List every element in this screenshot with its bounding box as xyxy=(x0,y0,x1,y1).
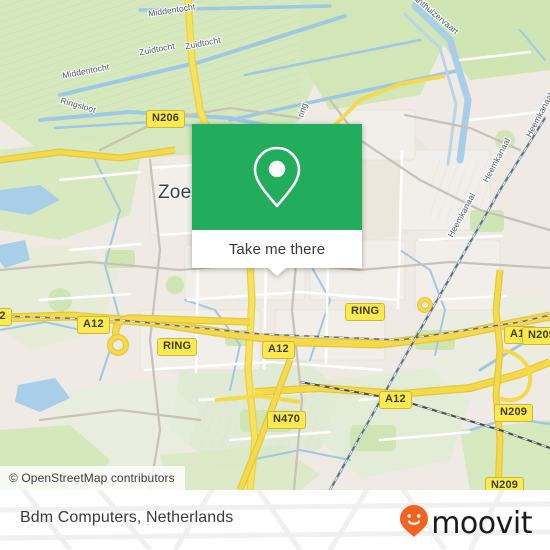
road-shield-n209-upper: N209 xyxy=(522,327,550,345)
map-canvas[interactable]: Middentocht Middentocht Zuidtocht Zuidto… xyxy=(0,0,550,490)
footer-bar: Bdm Computers, Netherlands moovit xyxy=(0,490,550,550)
road-shield-a12-lower: A12 xyxy=(379,391,412,409)
popup-pointer-tail xyxy=(268,268,286,276)
road-shield-ring-right: RING xyxy=(345,303,386,321)
moovit-wordmark: moovit xyxy=(431,505,532,541)
popup-action-bar[interactable]: Take me there xyxy=(192,230,362,268)
moovit-pin-smile-icon xyxy=(399,504,429,543)
road-shield-a12-mid: A12 xyxy=(262,341,295,359)
moovit-logo[interactable]: moovit xyxy=(399,504,532,543)
popup-image-panel xyxy=(192,124,362,230)
road-shield-ring-left: RING xyxy=(157,338,198,356)
road-shield-a12-left-clipped: 12 xyxy=(0,308,12,326)
moovit-place-map-screenshot: Middentocht Middentocht Zuidtocht Zuidto… xyxy=(0,0,550,550)
road-shield-n470: N470 xyxy=(267,411,307,429)
place-title: Bdm Computers, Netherlands xyxy=(20,509,234,526)
osm-attribution-text: © OpenStreetMap contributors xyxy=(9,471,175,485)
road-shield-a12-upper: A12 xyxy=(77,316,110,334)
road-shield-n206: N206 xyxy=(146,110,186,128)
road-shield-n209-lower: N209 xyxy=(485,477,525,490)
map-pin-icon xyxy=(248,143,306,211)
road-shield-n209-mid: N209 xyxy=(494,404,534,422)
take-me-there-label: Take me there xyxy=(228,240,326,258)
osm-attribution-bar[interactable]: © OpenStreetMap contributors xyxy=(0,466,185,490)
place-popup-card[interactable]: Take me there xyxy=(192,124,362,276)
